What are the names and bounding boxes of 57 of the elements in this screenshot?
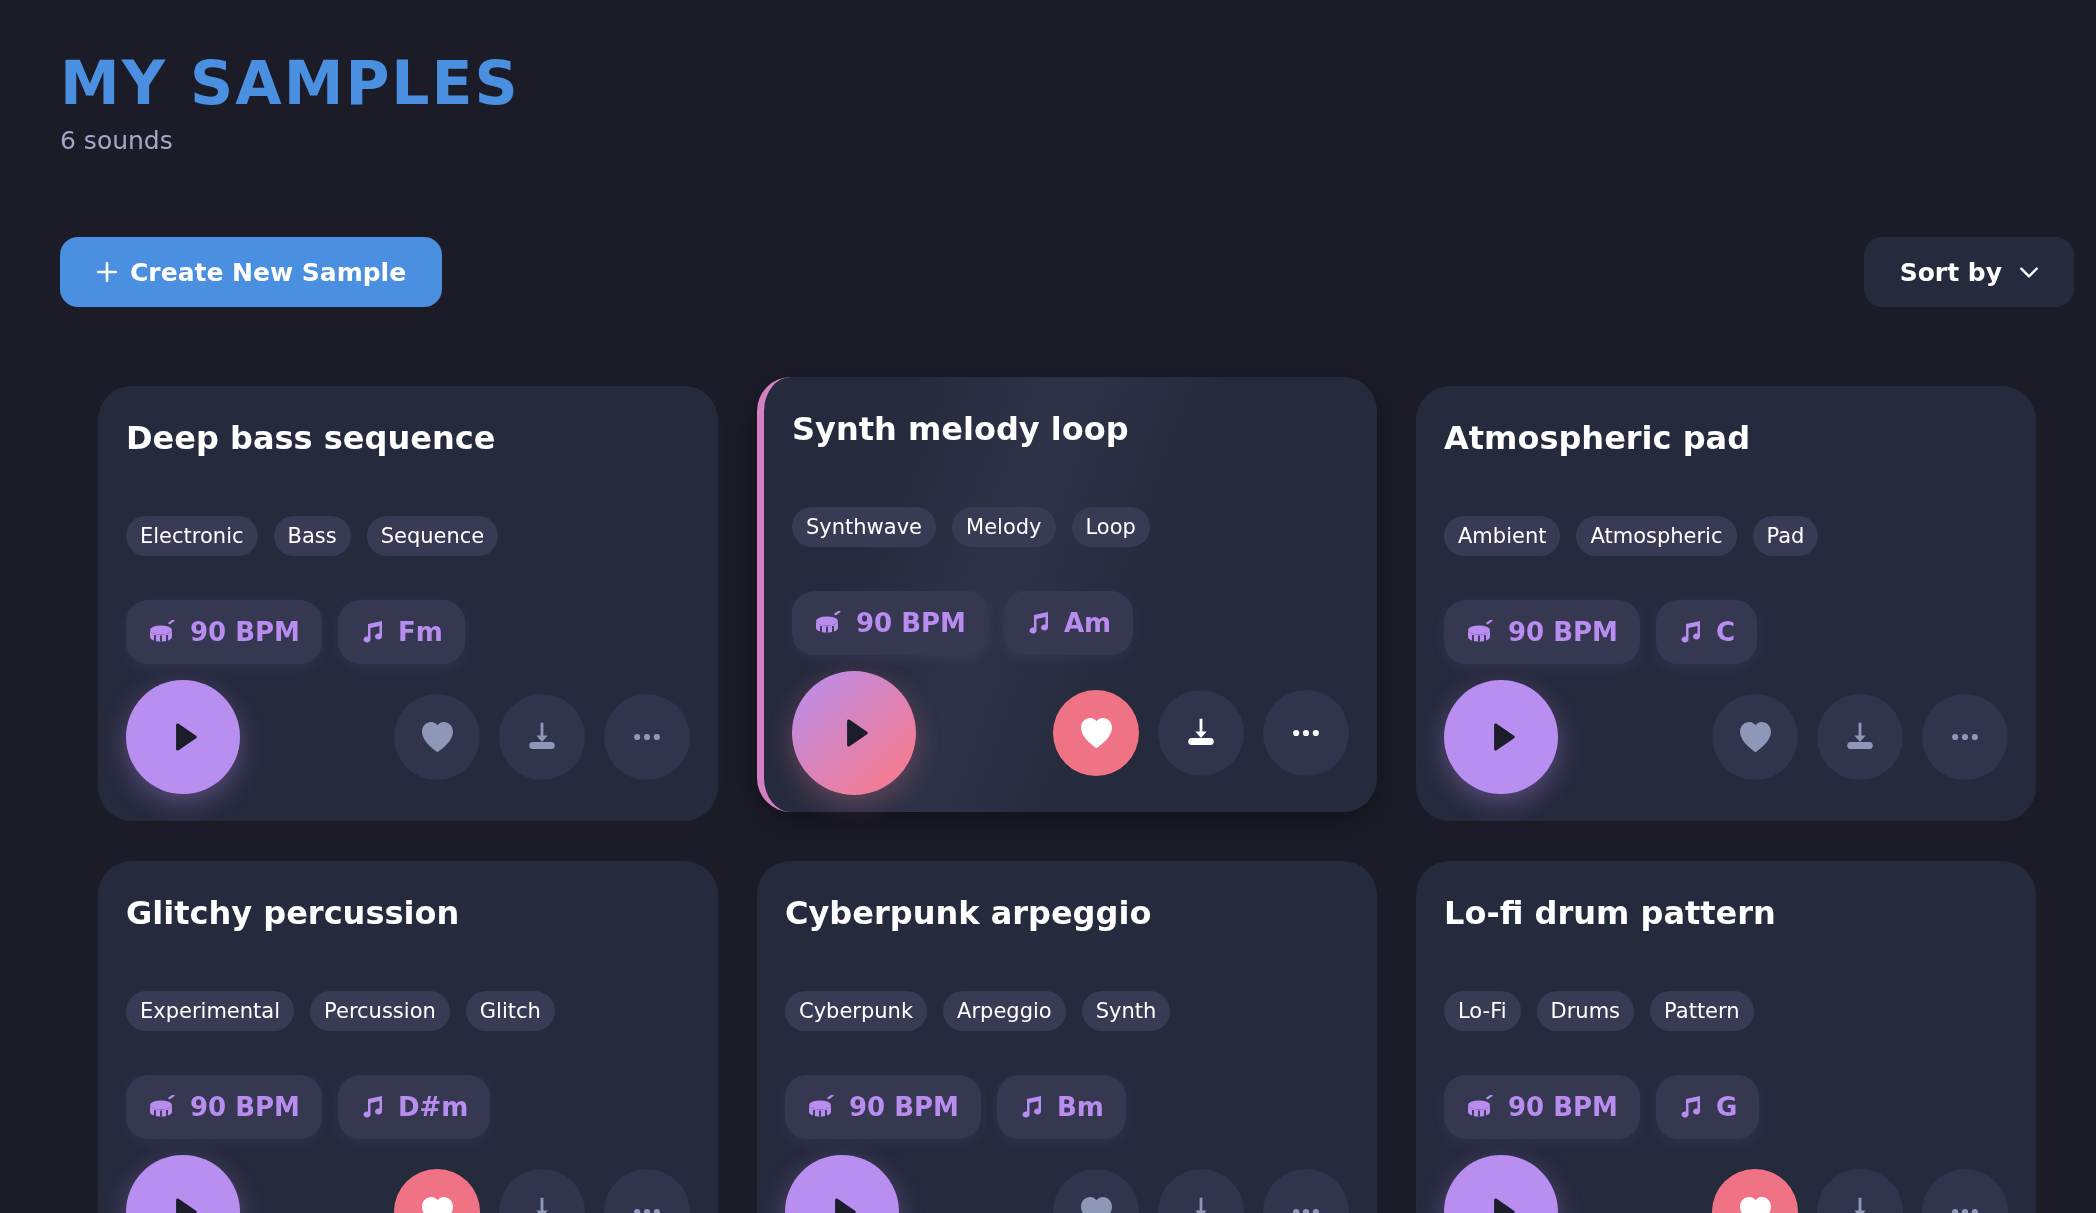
genre-tag[interactable]: Melody [952,506,1056,547]
sample-title: Cyberpunk arpeggio [785,893,1153,934]
genre-tag[interactable]: Glitch [465,990,555,1031]
key-chip: C [1656,599,1758,664]
sample-title: Lo-fi drum pattern [1444,893,1777,934]
more-icon [1293,1208,1319,1213]
plus-icon [96,261,118,283]
genre-tag[interactable]: Arpeggio [943,990,1066,1031]
more-icon [634,1208,660,1213]
genre-tag[interactable]: Experimental [126,990,295,1031]
play-button[interactable] [126,679,240,794]
key-chip: G [1656,1074,1760,1139]
bpm-chip: 90 BPM [126,599,322,664]
genre-tag[interactable]: Pad [1752,515,1819,556]
sample-title: Glitchy percussion [126,893,461,934]
genre-tag[interactable]: Bass [273,515,351,556]
genre-tag[interactable]: Percussion [310,990,450,1031]
more-icon [1952,733,1978,740]
genre-tag[interactable]: Loop [1071,506,1150,547]
drum-icon [1466,1094,1494,1119]
sample-title: Atmospheric pad [1444,418,1752,459]
page-title: MY SAMPLES [60,50,521,116]
heart-icon [1080,717,1112,748]
genre-tag[interactable]: Electronic [126,515,258,556]
key-chip: Bm [997,1074,1126,1139]
bpm-chip: 90 BPM [785,1074,981,1139]
drum-icon [148,1094,176,1119]
genre-tag[interactable]: Sequence [366,515,499,556]
bpm-chip: 90 BPM [1444,599,1640,664]
sample-title: Synth melody loop [792,409,1130,450]
genre-tag[interactable]: Atmospheric [1576,515,1737,556]
heart-icon [1739,721,1771,752]
bpm-chip: 90 BPM [126,1074,322,1139]
more-icon [634,733,660,740]
sample-title: Deep bass sequence [126,418,497,459]
drum-icon [1466,619,1494,644]
genre-tag[interactable]: Ambient [1444,515,1561,556]
drum-icon [814,610,842,635]
genre-tag[interactable]: Pattern [1650,990,1754,1031]
key-chip: Am [1004,590,1134,655]
sound-count: 6 sounds [60,126,174,155]
genre-tag[interactable]: Cyberpunk [785,990,928,1031]
key-chip: D#m [338,1074,491,1139]
bpm-chip: 90 BPM [1444,1074,1640,1139]
drum-icon [148,619,176,644]
genre-tag[interactable]: Lo-Fi [1444,990,1521,1031]
drum-icon [807,1094,835,1119]
sort-dropdown[interactable]: Sort by [1863,237,2074,307]
genre-tag[interactable]: Drums [1536,990,1635,1031]
bpm-chip: 90 BPM [792,590,988,655]
play-button[interactable] [1444,679,1558,794]
genre-tag[interactable]: Synth [1081,990,1171,1031]
more-icon [1293,729,1319,736]
genre-tag[interactable]: Synthwave [792,506,936,547]
heart-icon [421,721,453,752]
more-icon [1952,1208,1978,1213]
key-chip: Fm [338,599,465,664]
